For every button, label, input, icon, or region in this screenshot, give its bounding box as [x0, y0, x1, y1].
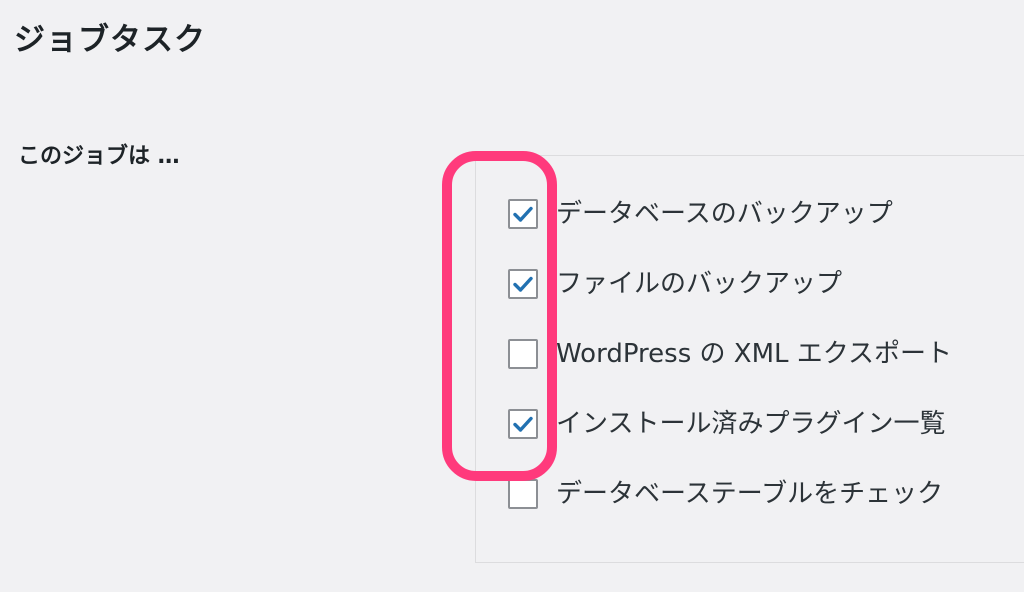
checkmark-icon — [513, 416, 533, 432]
task-label: インストール済みプラグイン一覧 — [556, 409, 946, 439]
task-label: データベーステーブルをチェック — [556, 479, 944, 509]
task-label: ファイルのバックアップ — [556, 269, 843, 299]
task-item-xml-export[interactable]: WordPress の XML エクスポート — [508, 334, 952, 374]
checkmark-icon — [513, 206, 533, 222]
checkbox[interactable] — [508, 199, 538, 229]
task-label: WordPress の XML エクスポート — [556, 339, 952, 369]
task-item-db-check[interactable]: データベーステーブルをチェック — [508, 474, 952, 514]
task-item-db-backup[interactable]: データベースのバックアップ — [508, 194, 952, 234]
checkbox[interactable] — [508, 409, 538, 439]
checkbox[interactable] — [508, 339, 538, 369]
field-label: このジョブは … — [18, 144, 180, 169]
task-item-file-backup[interactable]: ファイルのバックアップ — [508, 264, 952, 304]
job-task-panel: データベースのバックアップ ファイルのバックアップ WordPress の XM… — [475, 155, 1024, 563]
page-title: ジョブタスク — [14, 22, 206, 58]
task-label: データベースのバックアップ — [556, 199, 893, 229]
task-item-plugin-list[interactable]: インストール済みプラグイン一覧 — [508, 404, 952, 444]
checkmark-icon — [513, 276, 533, 292]
checkbox[interactable] — [508, 269, 538, 299]
checkbox[interactable] — [508, 479, 538, 509]
task-list: データベースのバックアップ ファイルのバックアップ WordPress の XM… — [508, 194, 952, 544]
